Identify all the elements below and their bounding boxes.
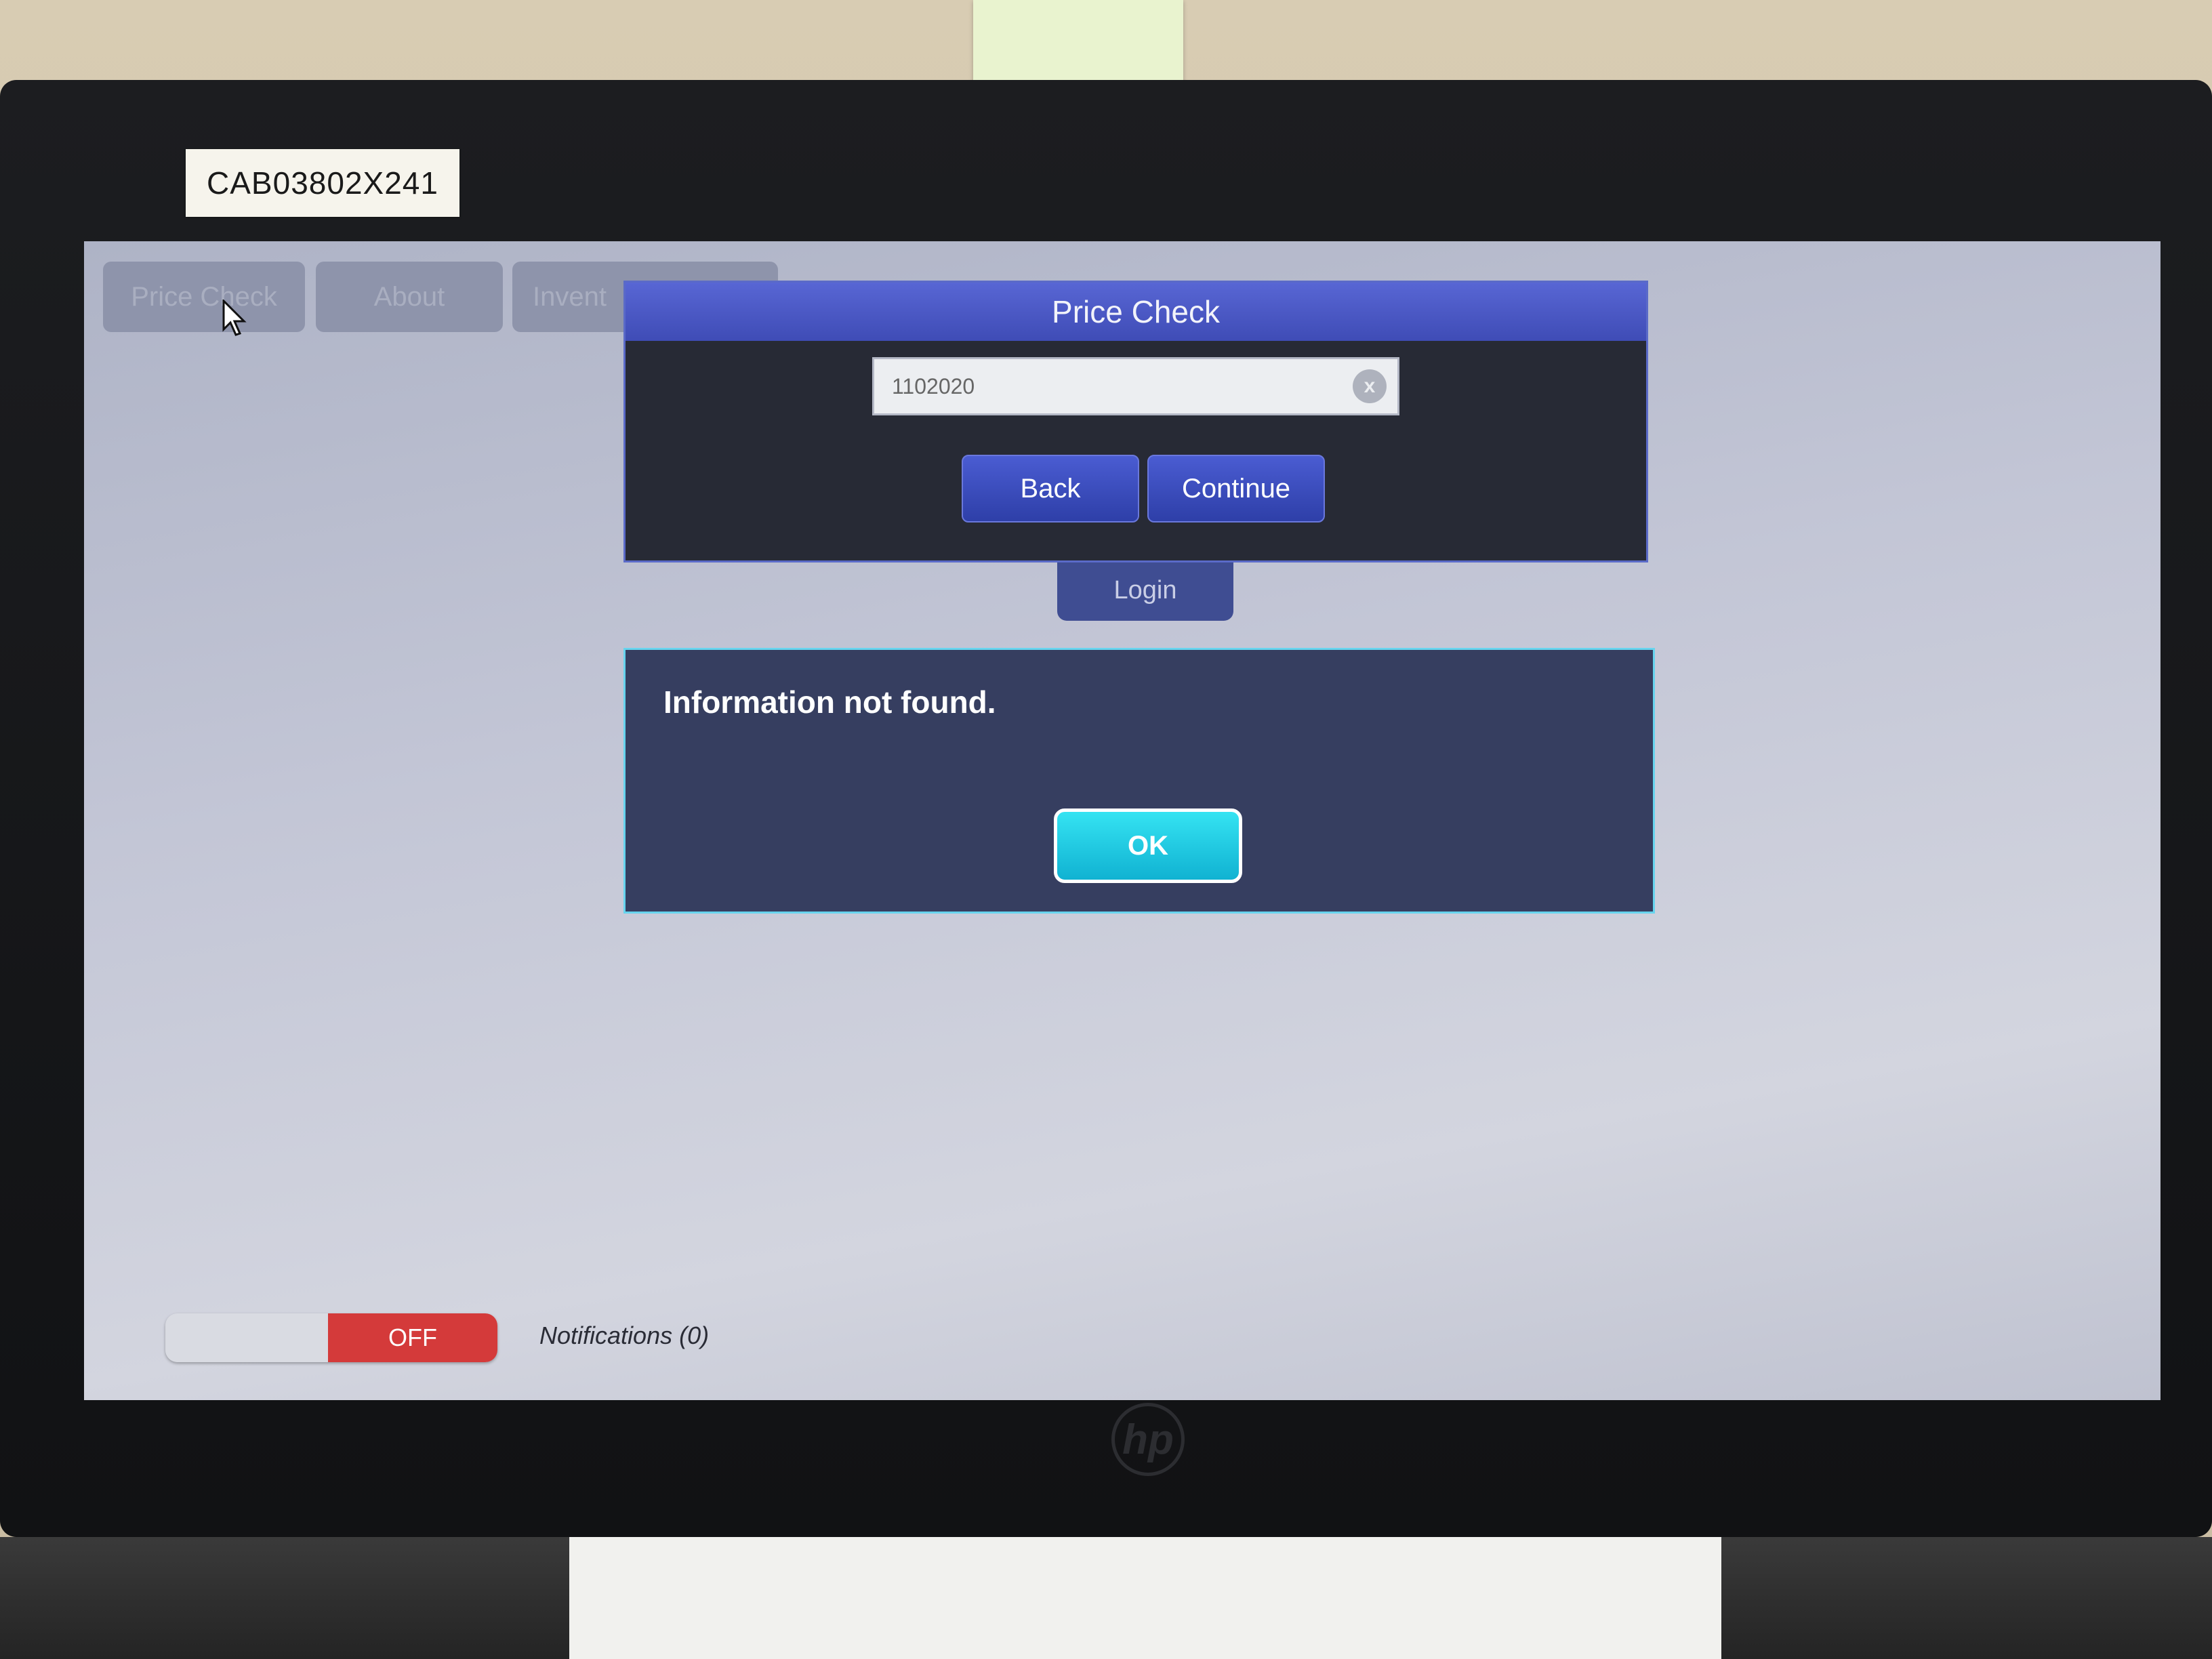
hp-logo-icon: hp <box>1111 1403 1185 1476</box>
error-alert-dialog: Information not found. OK <box>623 648 1655 914</box>
login-button[interactable]: Login <box>1057 560 1233 621</box>
alert-message: Information not found. <box>663 684 996 720</box>
paper-under-monitor <box>569 1537 1721 1659</box>
kiosk-screen: Price Check About Invent Login Price Che… <box>84 241 2160 1400</box>
asset-tag-label: CAB03802X241 <box>186 149 459 217</box>
sticky-note <box>973 0 1183 83</box>
notifications-link[interactable]: Notifications (0) <box>539 1322 709 1350</box>
dialog-title: Price Check <box>626 283 1646 341</box>
price-check-dialog: Price Check x Back Continue <box>623 281 1648 562</box>
back-button[interactable]: Back <box>962 455 1139 523</box>
tab-about[interactable]: About <box>316 262 503 332</box>
sku-input[interactable] <box>874 359 1353 414</box>
ok-button[interactable]: OK <box>1054 808 1242 883</box>
status-toggle[interactable]: OFF <box>165 1313 497 1362</box>
toggle-off-label: OFF <box>328 1313 497 1362</box>
clear-icon[interactable]: x <box>1353 369 1387 403</box>
sku-search-field[interactable]: x <box>872 357 1399 415</box>
continue-button[interactable]: Continue <box>1147 455 1325 523</box>
toggle-track <box>165 1313 328 1362</box>
tab-price-check[interactable]: Price Check <box>103 262 305 332</box>
mouse-cursor-icon <box>222 300 247 336</box>
